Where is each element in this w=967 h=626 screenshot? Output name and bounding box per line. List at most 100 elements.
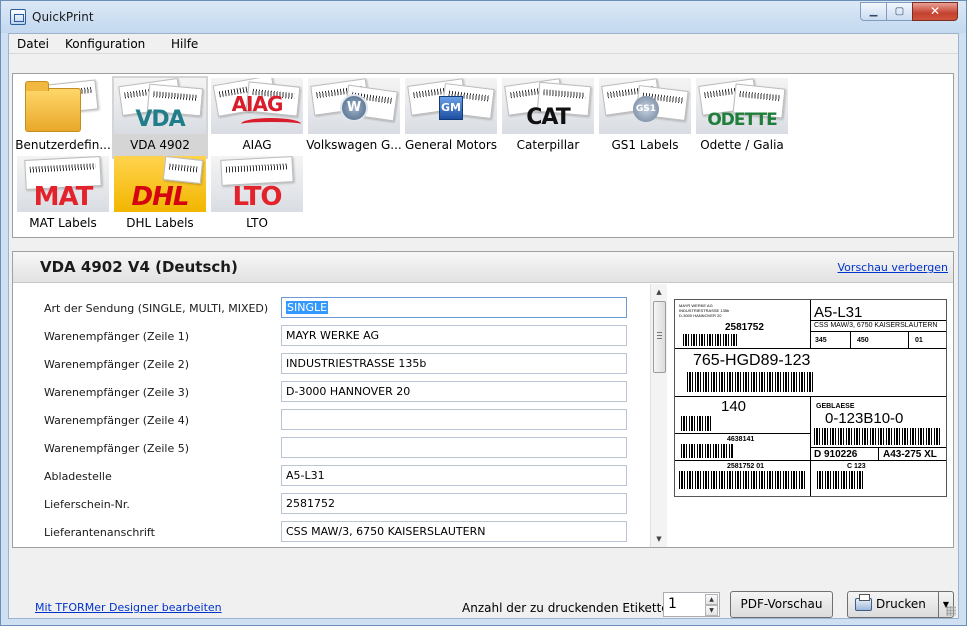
field-row-warenempfaenger-5: Warenempfänger (Zeile 5)	[40, 436, 630, 462]
warenempfaenger-2-input[interactable]: INDUSTRIESTRASSE 135b	[281, 353, 627, 374]
field-row-warenempfaenger-4: Warenempfänger (Zeile 4)	[40, 408, 630, 434]
tile-benutzerdefiniert[interactable]: Benutzerdefin...	[15, 76, 111, 159]
field-row-abladestelle: Abladestelle A5-L31	[40, 464, 630, 490]
stepper-down-icon[interactable]: ▼	[705, 605, 718, 616]
field-row-warenempfaenger-1: Warenempfänger (Zeile 1) MAYR WERKE AG	[40, 324, 630, 350]
tile-label: VDA 4902	[130, 138, 190, 152]
field-label: Warenempfänger (Zeile 3)	[44, 386, 190, 399]
folder-icon	[25, 81, 81, 132]
abladestelle-input[interactable]: A5-L31	[281, 465, 627, 486]
field-row-warenempfaenger-2: Warenempfänger (Zeile 2) INDUSTRIESTRASS…	[40, 352, 630, 378]
field-label: Lieferschein-Nr.	[44, 498, 130, 511]
pdf-preview-button[interactable]: PDF-Vorschau	[730, 591, 833, 618]
tile-image: CAT	[502, 78, 594, 134]
tile-odette-galia[interactable]: ODETTE Odette / Galia	[694, 76, 790, 159]
preview-batch: C 123	[847, 463, 866, 470]
tile-image	[17, 78, 109, 134]
app-icon	[10, 9, 26, 25]
menu-hilfe[interactable]: Hilfe	[171, 37, 198, 51]
warenempfaenger-3-input[interactable]: D-3000 HANNOVER 20	[281, 381, 627, 402]
tile-aiag[interactable]: AIAG AIAG	[209, 76, 305, 159]
title-bar[interactable]: QuickPrint ▁ ▢ ✕	[1, 1, 966, 33]
maximize-button[interactable]: ▢	[886, 2, 913, 21]
minimize-button[interactable]: ▁	[860, 2, 887, 21]
preview-barcode-supplier-part	[814, 428, 942, 445]
field-label: Warenempfänger (Zeile 2)	[44, 358, 190, 371]
tile-label: Benutzerdefin...	[15, 138, 111, 152]
tile-general-motors[interactable]: GM General Motors	[403, 76, 499, 159]
field-label: Warenempfänger (Zeile 5)	[44, 442, 190, 455]
tile-label: AIAG	[242, 138, 272, 152]
preview-weight-net: 345	[815, 337, 827, 344]
warenempfaenger-4-input[interactable]	[281, 409, 627, 430]
lieferschein-nr-input[interactable]: 2581752	[281, 493, 627, 514]
preview-change-level: A43-275 XL	[883, 449, 937, 460]
art-der-sendung-input[interactable]: SINGLE	[281, 297, 627, 318]
app-window: QuickPrint ▁ ▢ ✕ Datei Konfiguration Hil…	[0, 0, 967, 626]
gm-logo-icon: GM	[439, 96, 463, 120]
tile-image: GM	[405, 78, 497, 134]
tile-lto[interactable]: LTO LTO	[209, 154, 305, 237]
tile-image: DHL	[114, 156, 206, 212]
field-label: Warenempfänger (Zeile 1)	[44, 330, 190, 343]
field-row-warenempfaenger-3: Warenempfänger (Zeile 3) D-3000 HANNOVER…	[40, 380, 630, 406]
label-count-stepper[interactable]: 1 ▲ ▼	[663, 592, 720, 617]
dhl-logo: DHL	[131, 182, 190, 212]
preview-weight-gross: 450	[857, 337, 869, 344]
edit-in-designer-link[interactable]: Mit TFORMer Designer bearbeiten	[35, 601, 222, 614]
warenempfaenger-5-input[interactable]	[281, 437, 627, 458]
lto-logo: LTO	[232, 182, 282, 212]
window-title: QuickPrint	[32, 10, 94, 24]
tile-dhl-labels[interactable]: DHL DHL Labels	[112, 154, 208, 237]
close-button[interactable]: ✕	[912, 2, 958, 21]
template-gallery: Benutzerdefin... VDA VDA 4902 AIAG AIAG	[12, 73, 954, 238]
tile-image: LTO	[211, 156, 303, 212]
preview-date: D 910226	[814, 449, 858, 460]
field-label: Art der Sendung (SINGLE, MULTI, MIXED)	[44, 302, 269, 315]
tile-volkswagen[interactable]: W Volkswagen G...	[306, 76, 402, 159]
tile-label: LTO	[246, 216, 268, 230]
tile-label: Volkswagen G...	[306, 138, 402, 152]
bottom-bar: Mit TFORMer Designer bearbeiten Anzahl d…	[9, 554, 958, 618]
tile-image: AIAG	[211, 78, 303, 134]
scroll-up-arrow-icon[interactable]: ▲	[651, 284, 667, 300]
preview-part-number: 765-HGD89-123	[693, 352, 811, 369]
preview-recipient-city: D-3000 HANNOVER 20	[679, 313, 722, 318]
preview-supplier-address: CSS MAW/3, 6750 KAISERSLAUTERN	[814, 322, 938, 329]
tile-vda-4902[interactable]: VDA VDA 4902	[112, 76, 208, 159]
lieferantenanschrift-input[interactable]: CSS MAW/3, 6750 KAISERSLAUTERN	[281, 521, 627, 542]
preview-unloading-point: A5-L31	[814, 304, 863, 321]
scroll-thumb[interactable]	[653, 301, 666, 373]
form-panel: VDA 4902 V4 (Deutsch) Vorschau verbergen…	[12, 251, 954, 548]
stepper-up-icon[interactable]: ▲	[705, 594, 718, 605]
tile-label: GS1 Labels	[611, 138, 679, 152]
scroll-down-arrow-icon[interactable]: ▼	[651, 531, 667, 547]
print-button[interactable]: Drucken	[847, 591, 942, 618]
label-count-value: 1	[668, 596, 677, 612]
gs1-logo-icon: GS1	[633, 96, 659, 122]
aiag-logo: AIAG	[231, 92, 284, 116]
toggle-preview-link[interactable]: Vorschau verbergen	[838, 261, 948, 274]
tile-label: Odette / Galia	[700, 138, 784, 152]
tile-mat-labels[interactable]: MAT MAT Labels	[15, 154, 111, 237]
tile-label: DHL Labels	[126, 216, 194, 230]
resize-grip[interactable]	[946, 606, 956, 616]
preview-barcode-quantity	[681, 416, 711, 431]
form-title: VDA 4902 V4 (Deutsch)	[40, 258, 238, 276]
menu-konfiguration[interactable]: Konfiguration	[65, 37, 145, 51]
preview-description: GEBLAESE	[816, 403, 855, 410]
preview-delivery-note: 2581752	[725, 322, 764, 333]
client-area: Datei Konfiguration Hilfe Benutzerdefin.…	[8, 33, 959, 619]
warenempfaenger-1-input[interactable]: MAYR WERKE AG	[281, 325, 627, 346]
tile-label: MAT Labels	[29, 216, 97, 230]
cat-logo: CAT	[526, 105, 570, 130]
preview-packages: 01	[915, 337, 923, 344]
tile-image: GS1	[599, 78, 691, 134]
form-header: VDA 4902 V4 (Deutsch) Vorschau verbergen	[13, 252, 953, 283]
menu-datei[interactable]: Datei	[17, 37, 49, 51]
form-scrollbar[interactable]: ▲ ▼	[650, 284, 667, 547]
tile-caterpillar[interactable]: CAT Caterpillar	[500, 76, 596, 159]
tile-gs1-labels[interactable]: GS1 GS1 Labels	[597, 76, 693, 159]
field-label: Abladestelle	[44, 470, 112, 483]
preview-supplier-number: 4638141	[727, 436, 755, 443]
